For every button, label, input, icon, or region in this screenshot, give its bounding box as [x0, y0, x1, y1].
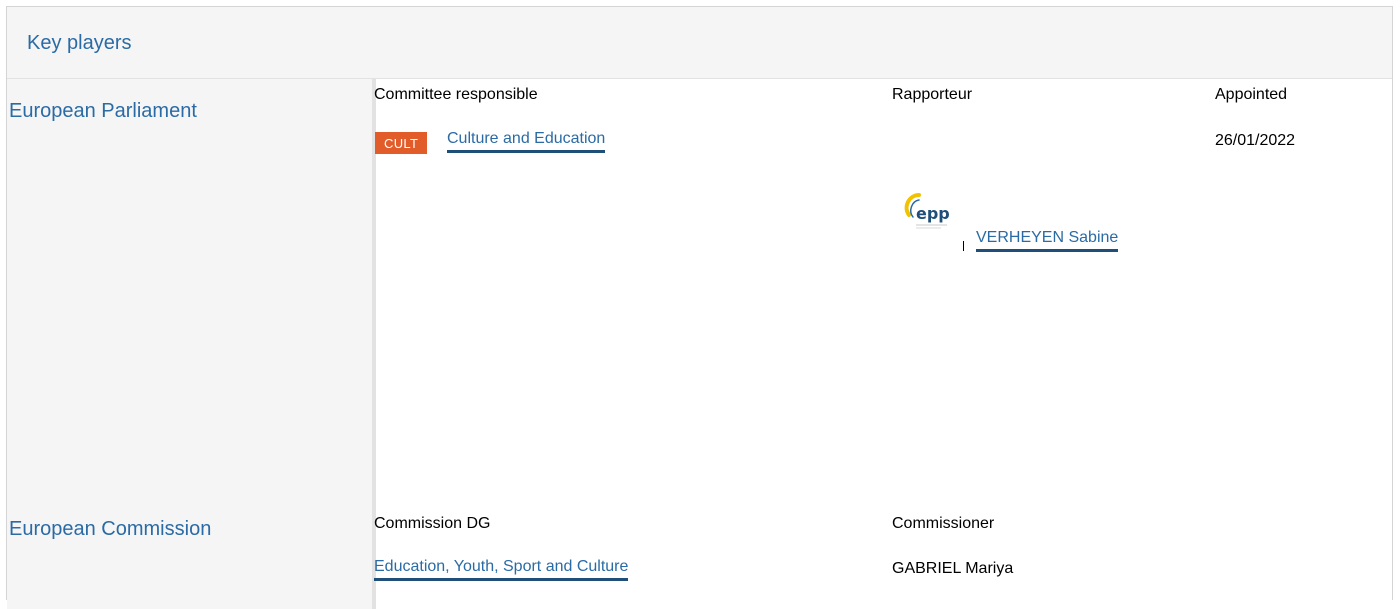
committee-responsible-heading: Committee responsible — [374, 86, 538, 103]
logo-caret — [963, 241, 964, 251]
panel-header: Key players — [7, 7, 1392, 79]
committee-link[interactable]: Culture and Education — [447, 130, 606, 153]
panel-title: Key players — [27, 32, 132, 54]
commission-label: European Commission — [9, 518, 212, 540]
epp-logo-icon: epp — [899, 185, 955, 241]
parliament-label: European Parliament — [9, 100, 197, 122]
appointed-date: 26/01/2022 — [1215, 132, 1296, 149]
committee-badge: CULT — [375, 132, 428, 154]
rapporteur-link[interactable]: VERHEYEN Sabine — [976, 229, 1119, 252]
commission-dg-link[interactable]: Education, Youth, Sport and Culture — [374, 558, 629, 581]
key-players-panel: Key players European Parliament European… — [6, 6, 1393, 609]
commissioner-name: GABRIEL Mariya — [892, 560, 1014, 577]
epp-logo-text: epp — [916, 204, 950, 223]
commissioner-heading: Commissioner — [892, 515, 995, 532]
actor-column: European Parliament European Commission — [7, 79, 372, 609]
appointed-heading: Appointed — [1215, 86, 1288, 103]
commission-dg-heading: Commission DG — [374, 515, 491, 532]
rapporteur-heading: Rapporteur — [892, 86, 973, 103]
